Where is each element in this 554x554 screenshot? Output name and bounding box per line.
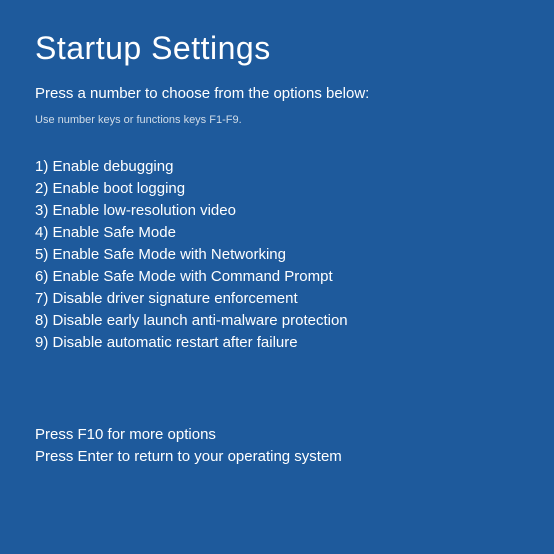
option-disable-early-launch-anti-malware[interactable]: 8) Disable early launch anti-malware pro…	[35, 310, 519, 332]
option-enable-boot-logging[interactable]: 2) Enable boot logging	[35, 178, 519, 200]
option-enable-safe-mode[interactable]: 4) Enable Safe Mode	[35, 222, 519, 244]
option-enable-safe-mode-command-prompt[interactable]: 6) Enable Safe Mode with Command Prompt	[35, 266, 519, 288]
return-os-hint: Press Enter to return to your operating …	[35, 446, 519, 468]
option-enable-debugging[interactable]: 1) Enable debugging	[35, 156, 519, 178]
instruction-subtitle: Press a number to choose from the option…	[35, 85, 519, 102]
page-title: Startup Settings	[35, 30, 519, 67]
option-disable-automatic-restart[interactable]: 9) Disable automatic restart after failu…	[35, 332, 519, 354]
option-enable-low-resolution-video[interactable]: 3) Enable low-resolution video	[35, 200, 519, 222]
option-disable-driver-signature-enforcement[interactable]: 7) Disable driver signature enforcement	[35, 288, 519, 310]
key-hint: Use number keys or functions keys F1-F9.	[35, 114, 519, 126]
more-options-hint: Press F10 for more options	[35, 424, 519, 446]
option-enable-safe-mode-networking[interactable]: 5) Enable Safe Mode with Networking	[35, 244, 519, 266]
options-list: 1) Enable debugging 2) Enable boot loggi…	[35, 156, 519, 354]
